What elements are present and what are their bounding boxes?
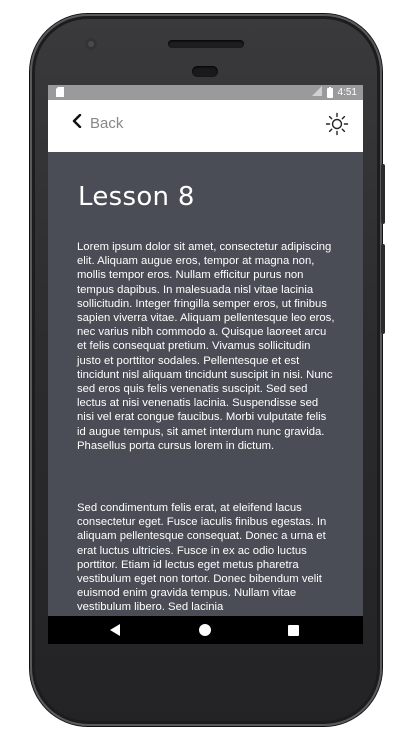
square-recents-icon[interactable]	[288, 625, 299, 636]
lesson-paragraph-1: Lorem ipsum dolor sit amet, consectetur …	[77, 241, 335, 452]
triangle-back-icon[interactable]	[110, 624, 120, 636]
earpiece-speaker	[168, 40, 244, 48]
power-button	[381, 164, 385, 224]
status-time: 4:51	[337, 87, 357, 98]
sd-card-icon	[56, 87, 64, 97]
screen: 4:51 Back Lesson 8 Lorem ipsum dolor sit…	[48, 85, 363, 644]
sensor-slot	[192, 66, 218, 77]
volume-button	[381, 244, 385, 334]
navigation-bar	[48, 616, 363, 644]
back-button[interactable]: Back	[72, 113, 124, 132]
lesson-content[interactable]: Lesson 8 Lorem ipsum dolor sit amet, con…	[48, 152, 363, 616]
battery-icon	[326, 86, 333, 98]
lesson-paragraph-2: Sed condimentum felis erat, at eleifend …	[77, 502, 327, 614]
lesson-title: Lesson 8	[78, 182, 195, 212]
front-camera	[85, 38, 97, 50]
phone-frame: 4:51 Back Lesson 8 Lorem ipsum dolor sit…	[30, 14, 385, 726]
back-label: Back	[90, 114, 124, 132]
circle-home-icon[interactable]	[199, 624, 211, 636]
sun-icon[interactable]	[325, 112, 349, 136]
signal-icon	[311, 86, 322, 99]
app-bar: Back	[48, 100, 363, 152]
status-bar: 4:51	[48, 85, 363, 100]
chevron-left-icon	[72, 113, 82, 132]
